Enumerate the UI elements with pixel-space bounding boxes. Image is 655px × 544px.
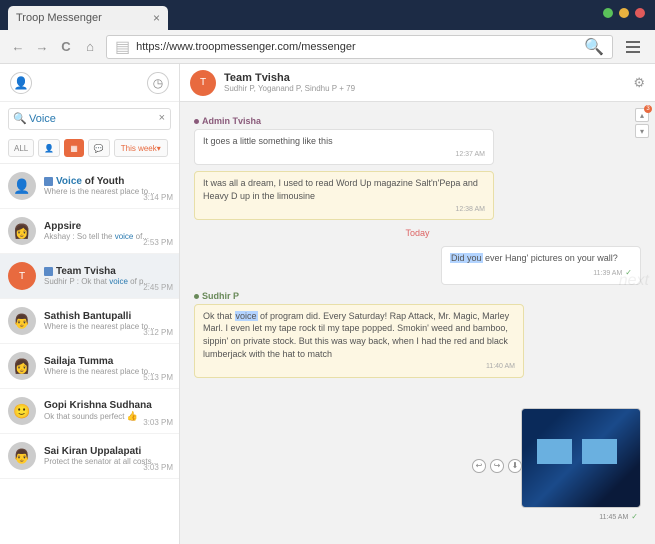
- conversation-item[interactable]: 👤 Voice of Youth Where is the nearest pl…: [0, 164, 179, 209]
- timestamp: 2:45 PM: [143, 283, 173, 292]
- date-separator: Today: [194, 228, 641, 238]
- avatar: T: [8, 262, 36, 290]
- message-area: ▴3 ▾ Admin Tvisha It goes a little somet…: [180, 102, 655, 544]
- filter-user-icon[interactable]: 👤: [38, 139, 60, 157]
- home-icon[interactable]: ⌂: [82, 39, 98, 55]
- timestamp: 3:12 PM: [143, 328, 173, 337]
- conversation-item[interactable]: 👩 Appsire Akshay : So tell the voice of.…: [0, 209, 179, 254]
- sidebar: 👤 ◷ 🔍 × ALL 👤 ▦ 💬 This week ▾ 👤 Voice of…: [0, 64, 180, 544]
- thumbs-up-icon: 👍: [127, 411, 138, 421]
- search-icon: 🔍: [13, 112, 27, 125]
- timestamp: 3:14 PM: [143, 193, 173, 202]
- clock-icon[interactable]: ◷: [147, 72, 169, 94]
- sender-name: Sudhir P: [194, 291, 641, 301]
- avatar: 👨: [8, 442, 36, 470]
- window-close-icon[interactable]: [635, 8, 645, 18]
- chevron-down-icon: ▾: [157, 144, 161, 153]
- conversation-list: 👤 Voice of Youth Where is the nearest pl…: [0, 164, 179, 544]
- tab-title: Troop Messenger: [16, 12, 102, 24]
- page-icon: ▤: [115, 37, 130, 57]
- browser-tab[interactable]: Troop Messenger ×: [8, 6, 168, 30]
- avatar: 👨: [8, 307, 36, 335]
- chat-header: T Team Tvisha Sudhir P, Yoganand P, Sind…: [180, 64, 655, 102]
- group-badge-icon: [44, 177, 53, 186]
- message-time: 11:39 AM✓: [450, 267, 632, 279]
- forward-icon[interactable]: ↪: [490, 459, 504, 473]
- clear-search-icon[interactable]: ×: [159, 112, 165, 124]
- unread-badge: 3: [644, 105, 652, 113]
- conversation-item[interactable]: 👨 Sathish Bantupalli Where is the neares…: [0, 299, 179, 344]
- avatar: 👩: [8, 352, 36, 380]
- scroll-down-icon[interactable]: ▾: [635, 124, 649, 138]
- watermark: next: [619, 272, 649, 290]
- url-bar: ← → C ⌂ ▤ 🔍: [0, 30, 655, 64]
- image-attachment[interactable]: ↩ ↪ ⬇ 11:45 AM✓: [521, 408, 641, 508]
- filter-group-icon[interactable]: ▦: [64, 139, 84, 157]
- message-bubble[interactable]: Did you ever Hang' pictures on your wall…: [441, 246, 641, 284]
- reload-icon[interactable]: C: [58, 39, 74, 55]
- chat-avatar[interactable]: T: [190, 70, 216, 96]
- chat-title: Team Tvisha: [224, 72, 355, 84]
- scroll-up-icon[interactable]: ▴3: [635, 108, 649, 122]
- timestamp: 2:53 PM: [143, 238, 173, 247]
- window-max-icon[interactable]: [619, 8, 629, 18]
- avatar: 🙂: [8, 397, 36, 425]
- tab-close-icon[interactable]: ×: [153, 11, 160, 25]
- conversation-item[interactable]: T Team Tvisha Sudhir P : Ok that voice o…: [0, 254, 179, 299]
- avatar: 👩: [8, 217, 36, 245]
- sender-name: Admin Tvisha: [194, 116, 641, 126]
- avatar: 👤: [8, 172, 36, 200]
- message-bubble[interactable]: It goes a little something like this 12:…: [194, 129, 494, 165]
- conversation-item[interactable]: 🙂 Gopi Krishna Sudhana Ok that sounds pe…: [0, 389, 179, 434]
- url-input[interactable]: [136, 41, 578, 53]
- chat-panel: T Team Tvisha Sudhir P, Yoganand P, Sind…: [180, 64, 655, 544]
- conversation-item[interactable]: 👨 Sai Kiran Uppalapati Protect the senat…: [0, 434, 179, 479]
- read-check-icon: ✓: [631, 512, 638, 521]
- message-time: 12:37 AM: [203, 150, 485, 160]
- message-time: 11:45 AM✓: [599, 512, 638, 521]
- group-badge-icon: [44, 267, 53, 276]
- profile-icon[interactable]: 👤: [10, 72, 32, 94]
- download-icon[interactable]: ⬇: [508, 459, 522, 473]
- browser-titlebar: Troop Messenger ×: [0, 0, 655, 30]
- back-icon[interactable]: ←: [10, 39, 26, 55]
- message-time: 12:38 AM: [203, 205, 485, 215]
- search-icon[interactable]: 🔍: [584, 37, 604, 57]
- settings-icon[interactable]: ⚙: [633, 75, 645, 91]
- timestamp: 3:03 PM: [143, 463, 173, 472]
- search-input[interactable]: [8, 108, 171, 130]
- message-bubble[interactable]: Ok that voice of program did. Every Satu…: [194, 304, 524, 378]
- reply-icon[interactable]: ↩: [472, 459, 486, 473]
- filter-all[interactable]: ALL: [8, 139, 34, 157]
- message-time: 11:40 AM: [203, 362, 515, 372]
- timestamp: 3:03 PM: [143, 418, 173, 427]
- filter-timeframe[interactable]: This week ▾: [114, 139, 168, 157]
- conversation-item[interactable]: 👩 Sailaja Tumma Where is the nearest pla…: [0, 344, 179, 389]
- window-min-icon[interactable]: [603, 8, 613, 18]
- menu-icon[interactable]: [621, 35, 645, 59]
- filter-chat-icon[interactable]: 💬: [88, 139, 110, 157]
- timestamp: 5:13 PM: [143, 373, 173, 382]
- chat-subtitle: Sudhir P, Yoganand P, Sindhu P + 79: [224, 84, 355, 93]
- message-bubble[interactable]: It was all a dream, I used to read Word …: [194, 171, 494, 220]
- forward-icon[interactable]: →: [34, 39, 50, 55]
